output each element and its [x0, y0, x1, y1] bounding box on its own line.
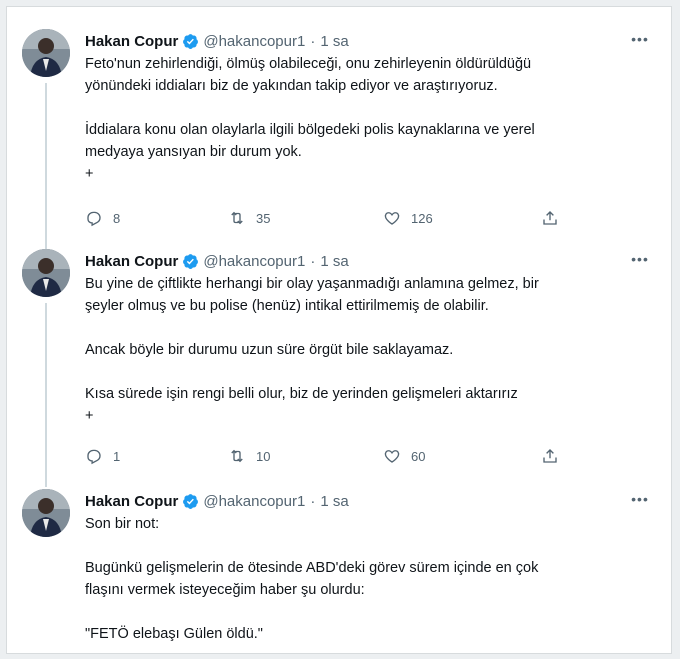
share-button[interactable]: [541, 447, 559, 465]
share-icon: [543, 211, 557, 225]
reply-icon: [87, 449, 101, 465]
like-icon: [384, 450, 400, 463]
author-name[interactable]: Hakan Copur: [85, 33, 178, 50]
verified-badge-icon: [183, 33, 199, 49]
tweet-time[interactable]: 1 sa: [320, 493, 348, 510]
share-icon: [543, 449, 557, 463]
thread-line: [45, 83, 47, 253]
tweet-time[interactable]: 1 sa: [320, 33, 348, 50]
author-handle[interactable]: @hakancopur1: [203, 253, 305, 270]
tweet-line: İddialara konu olan olaylarla ilgili böl…: [85, 122, 535, 138]
like-button[interactable]: 126: [383, 209, 433, 227]
tweet-thread-card: Hakan Copur @hakancopur1 · 1 sa ••• Feto…: [6, 6, 672, 654]
tweet-line: +: [85, 166, 94, 182]
tweet-line: Kısa sürede işin rengi belli olur, biz d…: [85, 386, 518, 402]
tweet-actions: 8 35 126: [85, 209, 585, 231]
reply-count: 8: [113, 210, 121, 226]
thread-line: [45, 303, 47, 487]
separator-dot: ·: [310, 252, 316, 270]
retweet-button[interactable]: 35: [228, 209, 270, 227]
more-icon[interactable]: •••: [629, 29, 651, 49]
author-handle[interactable]: @hakancopur1: [203, 33, 305, 50]
avatar[interactable]: [22, 489, 70, 537]
tweet-text: Bu yine de çiftlikte herhangi bir olay y…: [85, 273, 605, 427]
like-count: 126: [411, 210, 433, 226]
reply-count: 1: [113, 448, 121, 464]
author-name[interactable]: Hakan Copur: [85, 253, 178, 270]
retweet-count: 35: [256, 210, 271, 226]
author-handle[interactable]: @hakancopur1: [203, 493, 305, 510]
avatar[interactable]: [22, 29, 70, 77]
avatar[interactable]: [22, 249, 70, 297]
tweet-text: Feto'nun zehirlendiği, ölmüş olabileceği…: [85, 53, 605, 185]
tweet-actions: 1 10 60: [85, 447, 585, 469]
author-name[interactable]: Hakan Copur: [85, 493, 178, 510]
tweet-text: Son bir not: Bugünkü gelişmelerin de öte…: [85, 513, 605, 645]
tweet-header: Hakan Copur @hakancopur1 · 1 sa: [85, 251, 349, 271]
tweet-line: yönündeki iddiaları biz de yakından taki…: [85, 78, 498, 94]
reply-button[interactable]: 8: [85, 209, 120, 227]
like-button[interactable]: 60: [383, 447, 425, 465]
like-count: 60: [411, 448, 426, 464]
tweet-line: Feto'nun zehirlendiği, ölmüş olabileceği…: [85, 56, 532, 72]
tweet-header: Hakan Copur @hakancopur1 · 1 sa: [85, 31, 349, 51]
retweet-icon: [231, 211, 243, 225]
verified-badge-icon: [183, 253, 199, 269]
verified-badge-icon: [183, 493, 199, 509]
tweet-time[interactable]: 1 sa: [320, 253, 348, 270]
tweet-line: Ancak böyle bir durumu uzun süre örgüt b…: [85, 342, 454, 358]
tweet-line: Son bir not:: [85, 516, 160, 532]
more-icon[interactable]: •••: [629, 489, 651, 509]
tweet-line: "FETÖ elebaşı Gülen öldü.": [85, 626, 263, 642]
tweet-line: +: [85, 408, 94, 424]
tweet-header: Hakan Copur @hakancopur1 · 1 sa: [85, 491, 349, 511]
separator-dot: ·: [310, 492, 316, 510]
like-icon: [384, 212, 400, 225]
tweet-line: medyaya yansıyan bir durum yok.: [85, 144, 302, 160]
share-button[interactable]: [541, 209, 559, 227]
tweet-line: Bugünkü gelişmelerin de ötesinde ABD'dek…: [85, 560, 539, 576]
tweet-line: flaşını vermek isteyeceğim haber şu olur…: [85, 582, 365, 598]
tweet-line: şeyler olmuş ve bu polise (henüz) intika…: [85, 298, 489, 314]
more-icon[interactable]: •••: [629, 249, 651, 269]
reply-button[interactable]: 1: [85, 447, 120, 465]
retweet-icon: [231, 449, 243, 463]
retweet-count: 10: [256, 448, 271, 464]
separator-dot: ·: [310, 32, 316, 50]
retweet-button[interactable]: 10: [228, 447, 270, 465]
tweet-line: Bu yine de çiftlikte herhangi bir olay y…: [85, 276, 539, 292]
reply-icon: [87, 211, 101, 227]
